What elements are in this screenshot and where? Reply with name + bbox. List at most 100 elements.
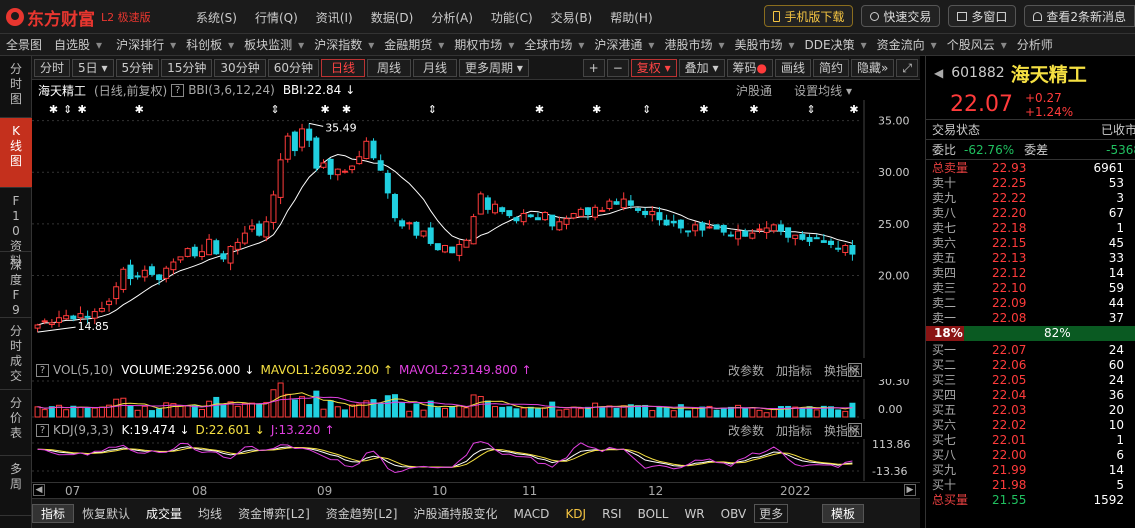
ask-row[interactable]: 卖八 22.20 67 bbox=[926, 205, 1135, 221]
menu-functions[interactable]: 功能(C) bbox=[491, 9, 533, 26]
tab-wr[interactable]: WR bbox=[676, 507, 712, 521]
edit-params-button[interactable]: 改参数 bbox=[728, 422, 764, 439]
overlay-button[interactable]: 叠加 ▾ bbox=[678, 58, 725, 77]
nav-star[interactable]: 科创板 bbox=[186, 36, 222, 53]
nav-options[interactable]: 期权市场 bbox=[454, 36, 502, 53]
tab-kline[interactable]: K线图 bbox=[0, 118, 32, 188]
nav-connect[interactable]: 沪深港通 bbox=[594, 36, 642, 53]
bid-row[interactable]: 买四 22.04 36 bbox=[926, 387, 1135, 403]
period-15min[interactable]: 15分钟 bbox=[161, 58, 213, 77]
bid-row[interactable]: 买二 22.06 60 bbox=[926, 357, 1135, 373]
bid-row[interactable]: 买七 22.01 1 bbox=[926, 432, 1135, 448]
mobile-download-button[interactable]: 手机版下载 bbox=[764, 5, 854, 27]
expand-icon[interactable]: ⤢ bbox=[896, 58, 918, 77]
bid-row[interactable]: 买一 22.07 24 bbox=[926, 342, 1135, 358]
help-icon[interactable]: ? bbox=[36, 363, 49, 377]
ask-row[interactable]: 卖三 22.10 59 bbox=[926, 280, 1135, 296]
bid-row[interactable]: 买九 21.99 14 bbox=[926, 462, 1135, 478]
bid-row[interactable]: 买三 22.05 24 bbox=[926, 372, 1135, 388]
tab-indicator[interactable]: 指标 bbox=[32, 504, 75, 523]
news-button[interactable]: 查看2条新消息 bbox=[1024, 5, 1135, 27]
ask-row[interactable]: 卖四 22.12 14 bbox=[926, 265, 1135, 281]
total-row[interactable]: 总卖量 22.93 6961 bbox=[926, 160, 1135, 176]
total-row[interactable]: 总买量 21.55 1592 bbox=[926, 492, 1135, 508]
tab-more[interactable]: 更多 bbox=[754, 504, 789, 523]
sgt-label[interactable]: 沪股通 bbox=[736, 82, 772, 99]
tab-fund-game[interactable]: 资金博弈[L2] bbox=[230, 505, 318, 522]
kdj-chart[interactable]: 113.86 -13.36 bbox=[32, 439, 920, 481]
help-icon[interactable]: ? bbox=[171, 83, 185, 97]
tab-ma[interactable]: 均线 bbox=[190, 505, 230, 522]
nav-fund-flow[interactable]: 资金流向 bbox=[877, 36, 925, 53]
ask-row[interactable]: 卖六 22.15 45 bbox=[926, 235, 1135, 251]
nav-rank[interactable]: 沪深排行 bbox=[116, 36, 164, 53]
bid-row[interactable]: 买五 22.03 20 bbox=[926, 402, 1135, 418]
adjust-button[interactable]: 复权 ▾ bbox=[630, 58, 677, 77]
ask-row[interactable]: 卖五 22.13 33 bbox=[926, 250, 1135, 266]
nav-us[interactable]: 美股市场 bbox=[734, 36, 782, 53]
period-60min[interactable]: 60分钟 bbox=[267, 58, 319, 77]
tab-trades[interactable]: 分时成交 bbox=[0, 318, 32, 390]
ask-row[interactable]: 卖七 22.18 1 bbox=[926, 220, 1135, 236]
quick-trade-button[interactable]: 快速交易 bbox=[861, 5, 941, 27]
kline-chart[interactable]: ✱ ⇕ ✱ ✱ ⇕ ✱ ✱ ⇕ ✱ ✱ ⇕ ✱ ✱ ⇕ ✱ 35.00 30.00 25.00 20.00 35.… bbox=[32, 100, 920, 360]
ask-row[interactable]: 卖二 22.09 44 bbox=[926, 295, 1135, 311]
volume-chart[interactable]: 30.30 0.00 bbox=[32, 379, 920, 419]
tab-volume[interactable]: 成交量 bbox=[138, 505, 190, 522]
tab-depth[interactable]: 深度F9 bbox=[0, 252, 32, 318]
tab-template[interactable]: 模板 bbox=[821, 504, 864, 523]
nav-dde[interactable]: DDE决策 bbox=[805, 36, 855, 53]
edit-params-button[interactable]: 改参数 bbox=[728, 362, 764, 379]
period-more[interactable]: 更多周期 ▾ bbox=[459, 58, 529, 77]
draw-button[interactable]: 画线 bbox=[775, 58, 812, 77]
tab-kdj[interactable]: KDJ bbox=[557, 507, 594, 521]
add-indicator-button[interactable]: 加指标 bbox=[776, 362, 812, 379]
period-30min[interactable]: 30分钟 bbox=[214, 58, 266, 77]
tab-timeshare[interactable]: 分时图 bbox=[0, 56, 32, 118]
bid-row[interactable]: 买十 21.98 5 bbox=[926, 477, 1135, 493]
prev-stock-icon[interactable]: ◀ bbox=[934, 66, 943, 80]
period-timeshare[interactable]: 分时 bbox=[34, 58, 71, 77]
period-daily[interactable]: 日线 bbox=[320, 58, 365, 77]
close-icon[interactable]: × bbox=[848, 423, 862, 437]
tab-f10[interactable]: F10资料 bbox=[0, 188, 32, 268]
zoom-in-button[interactable]: + bbox=[582, 58, 605, 77]
menu-system[interactable]: 系统(S) bbox=[196, 9, 237, 26]
menu-info[interactable]: 资讯(I) bbox=[316, 9, 353, 26]
tab-sgt-holdings[interactable]: 沪股通持股变化 bbox=[405, 505, 505, 522]
nav-analyst[interactable]: 分析师 bbox=[1017, 36, 1053, 53]
close-icon[interactable]: × bbox=[848, 363, 862, 377]
ask-row[interactable]: 卖九 22.22 3 bbox=[926, 190, 1135, 206]
tab-rsi[interactable]: RSI bbox=[594, 507, 630, 521]
chips-button[interactable]: 筹码● bbox=[726, 58, 773, 77]
menu-trade[interactable]: 交易(B) bbox=[551, 9, 593, 26]
period-weekly[interactable]: 周线 bbox=[367, 58, 412, 77]
ask-row[interactable]: 卖十 22.25 53 bbox=[926, 175, 1135, 191]
hide-button[interactable]: 隐藏» bbox=[851, 58, 895, 77]
tab-fund-trend[interactable]: 资金趋势[L2] bbox=[318, 505, 406, 522]
nav-futures[interactable]: 金融期货 bbox=[384, 36, 432, 53]
tab-reset[interactable]: 恢复默认 bbox=[74, 505, 138, 522]
multi-window-button[interactable]: 多窗口 bbox=[948, 5, 1017, 27]
nav-stock-news[interactable]: 个股风云 bbox=[947, 36, 995, 53]
nav-watchlist[interactable]: 自选股 bbox=[54, 36, 90, 53]
scroll-left-icon[interactable]: ◀ bbox=[33, 484, 45, 496]
set-ma-button[interactable]: 设置均线 ▾ bbox=[794, 82, 852, 99]
menu-quotes[interactable]: 行情(Q) bbox=[255, 9, 298, 26]
ask-row[interactable]: 卖一 22.08 37 bbox=[926, 310, 1135, 326]
nav-hk[interactable]: 港股市场 bbox=[664, 36, 712, 53]
period-monthly[interactable]: 月线 bbox=[413, 58, 458, 77]
tab-boll[interactable]: BOLL bbox=[630, 507, 677, 521]
menu-analysis[interactable]: 分析(A) bbox=[431, 9, 473, 26]
period-5min[interactable]: 5分钟 bbox=[115, 58, 160, 77]
tab-price-table[interactable]: 分价表 bbox=[0, 390, 32, 456]
nav-panorama[interactable]: 全景图 bbox=[6, 36, 42, 53]
tab-obv[interactable]: OBV bbox=[713, 507, 755, 521]
menu-data[interactable]: 数据(D) bbox=[371, 9, 414, 26]
tab-macd[interactable]: MACD bbox=[505, 507, 557, 521]
scroll-right-icon[interactable]: ▶ bbox=[904, 484, 916, 496]
tab-multi-period[interactable]: 多周 bbox=[0, 456, 32, 516]
bid-row[interactable]: 买八 22.00 6 bbox=[926, 447, 1135, 463]
add-indicator-button[interactable]: 加指标 bbox=[776, 422, 812, 439]
simple-button[interactable]: 简约 bbox=[813, 58, 850, 77]
